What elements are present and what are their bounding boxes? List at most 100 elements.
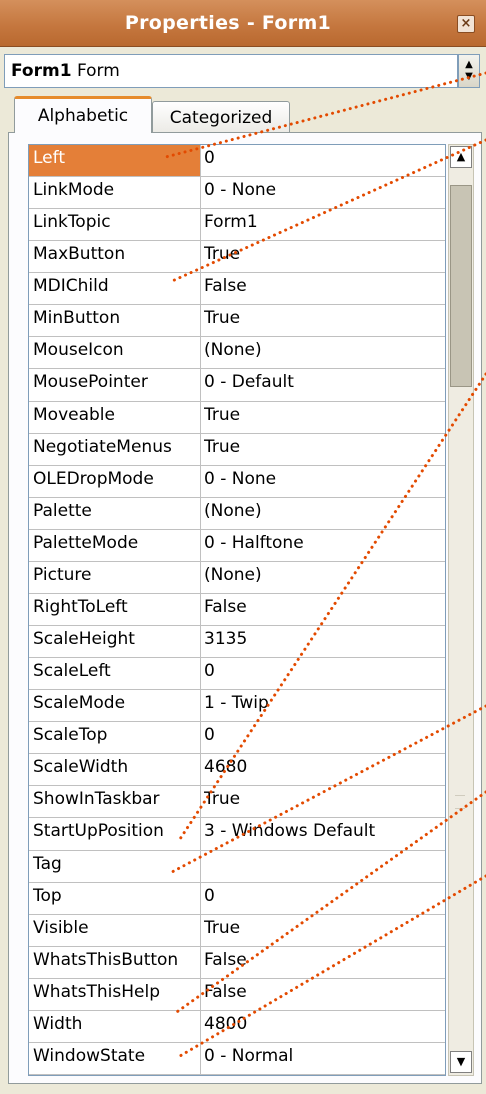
property-value[interactable]: 0 [204, 883, 445, 914]
property-row[interactable]: OLEDropMode 0 - None [29, 465, 445, 498]
property-value[interactable]: True [204, 305, 445, 336]
property-value[interactable]: (None) [204, 562, 445, 593]
property-name[interactable]: Moveable [29, 401, 201, 433]
property-value[interactable]: True [204, 241, 445, 272]
property-name[interactable]: Palette [29, 497, 201, 529]
chevron-down-icon: ▼ [465, 71, 473, 82]
tab-alphabetic[interactable]: Alphabetic [14, 96, 152, 133]
property-row[interactable]: ScaleTop 0 [29, 722, 445, 755]
object-selector-dropdown-button[interactable]: ▲ ▼ [458, 54, 480, 88]
scroll-down-icon[interactable]: ▼ [450, 1051, 472, 1073]
property-name[interactable]: Tag [29, 850, 201, 882]
property-row[interactable]: WhatsThisButton False [29, 946, 445, 979]
object-name: Form1 [11, 61, 72, 81]
vertical-scrollbar[interactable]: ▲ ▼ [448, 144, 474, 1076]
property-value[interactable]: 0 - Default [204, 369, 445, 400]
property-row[interactable]: Visible True [29, 914, 445, 947]
property-value[interactable]: False [204, 273, 445, 304]
property-row[interactable]: ScaleLeft 0 [29, 658, 445, 691]
property-value[interactable]: 4800 [204, 1011, 445, 1042]
property-name[interactable]: MDIChild [29, 273, 201, 305]
property-row[interactable]: Tag [29, 850, 445, 883]
property-value[interactable]: 0 - Halftone [204, 530, 445, 561]
property-value[interactable]: True [204, 915, 445, 946]
property-value[interactable]: 0 [204, 722, 445, 753]
property-row[interactable]: RightToLeft False [29, 593, 445, 627]
property-value[interactable]: True [204, 786, 445, 817]
property-value[interactable]: 0 - None [204, 466, 445, 497]
property-name[interactable]: MaxButton [29, 241, 201, 273]
property-value[interactable]: (None) [204, 498, 445, 529]
property-name[interactable]: Width [29, 1010, 201, 1042]
property-value[interactable]: Form1 [204, 209, 445, 240]
property-value[interactable]: False [204, 979, 445, 1010]
property-name[interactable]: ScaleTop [29, 722, 201, 754]
property-name[interactable]: WhatsThisHelp [29, 978, 201, 1010]
property-name[interactable]: MinButton [29, 305, 201, 337]
property-row[interactable]: MinButton True [29, 305, 445, 338]
property-name[interactable]: Top [29, 882, 201, 914]
property-name[interactable]: WindowState [29, 1042, 201, 1074]
property-name[interactable]: StartUpPosition [29, 818, 201, 850]
property-value[interactable]: 0 - Normal [204, 1043, 445, 1074]
property-row[interactable]: MouseIcon (None) [29, 337, 445, 370]
property-value[interactable]: 0 [204, 145, 445, 176]
property-row[interactable]: NegotiateMenus True [29, 433, 445, 466]
property-row[interactable]: LinkMode 0 - None [29, 177, 445, 210]
property-row[interactable]: ShowInTaskbar True [29, 786, 445, 819]
property-value[interactable]: (None) [204, 337, 445, 368]
property-row[interactable]: WindowState 0 - Normal [29, 1042, 445, 1075]
property-name[interactable]: RightToLeft [29, 593, 201, 626]
close-icon[interactable]: × [457, 15, 475, 33]
property-name[interactable]: MouseIcon [29, 337, 201, 369]
property-row[interactable]: MousePointer 0 - Default [29, 369, 445, 402]
property-name[interactable]: LinkMode [29, 177, 201, 209]
property-row[interactable]: WhatsThisHelp False [29, 978, 445, 1011]
scrollbar-thumb[interactable] [450, 185, 472, 387]
scroll-up-icon[interactable]: ▲ [450, 146, 472, 168]
property-row[interactable]: ScaleMode 1 - Twip [29, 690, 445, 723]
title-bar: Properties - Form1 × [0, 0, 486, 47]
property-row[interactable]: Left 0 [29, 145, 445, 178]
property-name[interactable]: ScaleMode [29, 690, 201, 722]
chevron-up-icon: ▲ [465, 59, 473, 70]
object-selector[interactable]: Form1 Form [4, 54, 458, 88]
property-name[interactable]: ScaleHeight [29, 626, 201, 658]
property-row[interactable]: Palette (None) [29, 497, 445, 530]
property-name[interactable]: ScaleWidth [29, 754, 201, 786]
property-name[interactable]: Picture [29, 561, 201, 593]
property-name[interactable]: MousePointer [29, 369, 201, 401]
property-name[interactable]: Left [29, 145, 201, 177]
property-name[interactable]: OLEDropMode [29, 465, 201, 497]
property-value[interactable]: 1 - Twip [204, 690, 445, 721]
property-row[interactable]: PaletteMode 0 - Halftone [29, 529, 445, 562]
property-value[interactable]: 0 [204, 658, 445, 689]
property-row[interactable]: Moveable True [29, 401, 445, 434]
property-row[interactable]: Width 4800 [29, 1010, 445, 1043]
property-value[interactable]: 4680 [204, 754, 445, 785]
property-value[interactable]: 3 - Windows Default [204, 818, 445, 849]
property-row[interactable]: MDIChild False [29, 273, 445, 306]
property-name[interactable]: NegotiateMenus [29, 433, 201, 465]
property-value[interactable]: 3135 [204, 626, 445, 657]
property-value[interactable]: True [204, 434, 445, 465]
property-row[interactable]: MaxButton True [29, 241, 445, 274]
property-row[interactable]: StartUpPosition 3 - Windows Default [29, 818, 445, 851]
property-row[interactable]: Top 0 [29, 882, 445, 915]
property-value[interactable]: False [204, 594, 445, 625]
property-name[interactable]: ScaleLeft [29, 658, 201, 690]
tab-categorized[interactable]: Categorized [152, 101, 290, 133]
property-name[interactable]: WhatsThisButton [29, 946, 201, 978]
property-row[interactable]: ScaleWidth 4680 [29, 754, 445, 787]
property-row[interactable]: Picture (None) [29, 561, 445, 594]
property-row[interactable]: ScaleHeight 3135 [29, 626, 445, 659]
property-name[interactable]: PaletteMode [29, 529, 201, 561]
property-row[interactable]: LinkTopic Form1 [29, 209, 445, 242]
property-value[interactable]: 0 - None [204, 177, 445, 208]
property-value[interactable]: False [204, 947, 445, 978]
property-name[interactable]: LinkTopic [29, 209, 201, 241]
property-value[interactable] [204, 851, 445, 882]
property-name[interactable]: Visible [29, 914, 201, 946]
property-value[interactable]: True [204, 402, 445, 433]
property-name[interactable]: ShowInTaskbar [29, 786, 201, 818]
